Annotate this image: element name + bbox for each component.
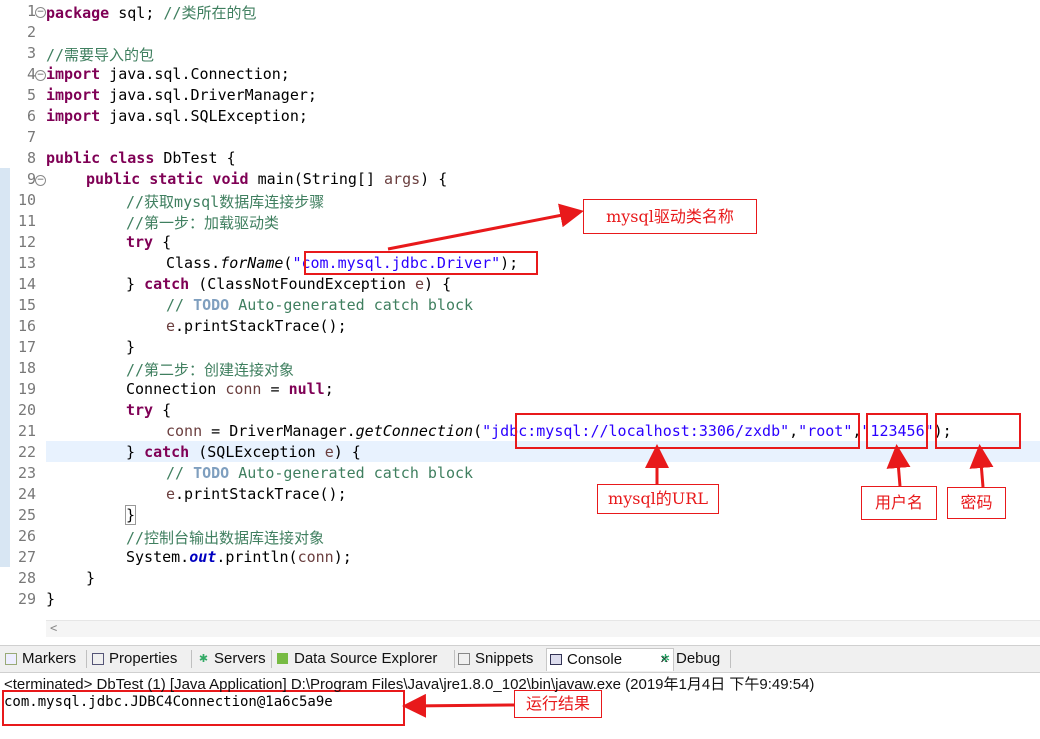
tab-debug[interactable]: ✲ Debug <box>656 648 720 670</box>
result-annotation: 运行结果 <box>514 690 602 718</box>
data-source-icon <box>277 653 288 664</box>
tab-data-source-explorer[interactable]: Data Source Explorer <box>274 648 437 670</box>
horizontal-scrollbar[interactable]: < <box>46 620 1040 637</box>
properties-icon <box>92 653 104 665</box>
password-annotation: 密码 <box>947 487 1006 519</box>
debug-icon: ✲ <box>660 653 671 665</box>
tab-markers[interactable]: Markers <box>2 648 76 670</box>
tab-snippets[interactable]: Snippets <box>455 648 533 670</box>
tab-label: Console <box>567 651 623 668</box>
tab-servers[interactable]: ✱ Servers <box>194 648 266 670</box>
servers-icon: ✱ <box>198 653 209 665</box>
scroll-left-icon[interactable]: < <box>50 621 57 635</box>
url-annotation: mysql的URL <box>597 484 719 514</box>
panel-tab-bar: Markers Properties ✱ Servers Data Source… <box>0 645 1040 673</box>
tab-properties[interactable]: Properties <box>89 648 177 670</box>
tab-label: Markers <box>22 650 77 667</box>
tab-divider <box>271 650 272 668</box>
tab-label: Servers <box>214 650 266 667</box>
console-icon <box>550 654 562 665</box>
console-output[interactable]: com.mysql.jdbc.JDBC4Connection@1a6c5a9e <box>4 694 333 710</box>
user-annotation: 用户名 <box>861 486 937 520</box>
tab-label: Snippets <box>475 650 534 667</box>
tab-label: Debug <box>676 650 721 667</box>
snippets-icon <box>458 653 470 665</box>
driver-arrow <box>387 203 584 251</box>
tab-divider <box>191 650 192 668</box>
tab-label: Data Source Explorer <box>294 650 438 667</box>
driver-annotation: mysql驱动类名称 <box>583 199 757 234</box>
result-arrow <box>402 693 515 718</box>
password-arrow <box>969 444 994 488</box>
tab-label: Properties <box>109 650 178 667</box>
user-arrow <box>886 444 911 487</box>
tab-divider <box>730 650 731 668</box>
console-status-line: <terminated> DbTest (1) [Java Applicatio… <box>4 676 815 693</box>
tab-console[interactable]: Console ✕ <box>546 648 674 671</box>
markers-icon <box>5 653 17 665</box>
tab-divider <box>86 650 87 668</box>
